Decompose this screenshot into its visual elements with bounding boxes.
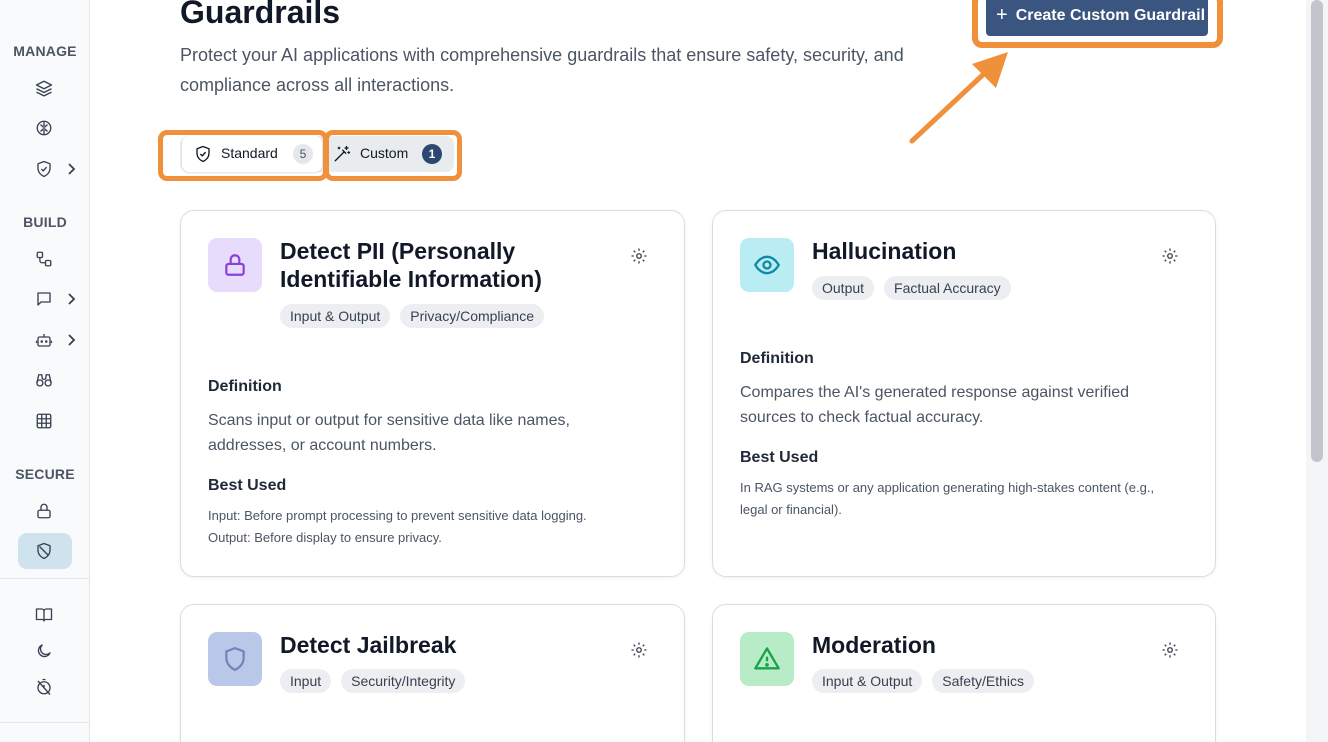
- annotation-arrow-icon: [909, 52, 1008, 144]
- chevron-right-icon: [66, 162, 76, 176]
- tag: Input: [280, 669, 332, 693]
- sidebar-item-docs[interactable]: [18, 597, 72, 633]
- best-used-heading: Best Used: [208, 477, 287, 494]
- layers-icon: [35, 79, 53, 97]
- tag-list: Output Factual Accuracy: [812, 276, 1011, 300]
- bot-icon: [35, 331, 53, 349]
- app-root: MANAGE BUILD SECURE Guardrails Protect y…: [0, 0, 1328, 742]
- sidebar-item-bot[interactable]: [18, 322, 76, 358]
- gear-icon[interactable]: [630, 641, 648, 659]
- guardrail-card-moderation[interactable]: Moderation Input & Output Safety/Ethics: [712, 604, 1216, 742]
- sidebar-divider: [0, 578, 90, 579]
- tag-list: Input & Output Safety/Ethics: [812, 669, 1034, 693]
- sidebar-item-lock[interactable]: [18, 493, 72, 529]
- chat-icon: [35, 290, 53, 308]
- sidebar-section-build: BUILD: [23, 214, 67, 230]
- chevron-right-icon: [66, 292, 76, 306]
- card-icon-box: [740, 238, 794, 292]
- best-used-line: Input: Before prompt processing to preve…: [208, 508, 587, 523]
- sidebar-item-guardrails[interactable]: [18, 533, 72, 569]
- shield-icon: [222, 646, 248, 672]
- sidebar-item-timer[interactable]: [18, 669, 72, 705]
- lock-icon: [222, 252, 248, 278]
- guardrail-card-hallucination[interactable]: Hallucination Output Factual Accuracy De…: [712, 210, 1216, 577]
- best-used-heading: Best Used: [740, 449, 819, 466]
- chevron-right-icon: [66, 333, 76, 347]
- best-used-text: Input: Before prompt processing to preve…: [208, 505, 658, 549]
- tag: Output: [812, 276, 875, 300]
- tag: Input & Output: [280, 304, 391, 328]
- card-icon-box: [740, 632, 794, 686]
- card-title: Detect Jailbreak: [280, 632, 457, 658]
- tag: Input & Output: [812, 669, 923, 693]
- page-title: Guardrails: [180, 0, 341, 30]
- workflow-icon: [35, 250, 53, 268]
- definition-text: Compares the AI's generated response aga…: [740, 384, 1130, 426]
- sidebar-item-theme[interactable]: [18, 633, 72, 669]
- tag: Security/Integrity: [341, 669, 466, 693]
- lock-icon: [35, 502, 53, 520]
- book-icon: [35, 606, 53, 624]
- best-used-line: In RAG systems or any application genera…: [740, 480, 1155, 517]
- warning-icon: [753, 645, 781, 673]
- gear-icon[interactable]: [630, 247, 648, 265]
- sidebar-section-secure: SECURE: [15, 466, 75, 482]
- card-title: Hallucination: [812, 238, 957, 264]
- tag: Safety/Ethics: [932, 669, 1034, 693]
- gear-icon[interactable]: [1161, 247, 1179, 265]
- card-title: Moderation: [812, 632, 936, 658]
- tag: Factual Accuracy: [884, 276, 1011, 300]
- sidebar-item-layers[interactable]: [18, 70, 72, 106]
- definition-heading: Definition: [208, 378, 282, 395]
- tag: Privacy/Compliance: [400, 304, 545, 328]
- best-used-line: Output: Before display to ensure privacy…: [208, 530, 442, 545]
- create-button-label: Create Custom Guardrail: [1015, 7, 1206, 24]
- page-subtitle: Protect your AI applications with compre…: [180, 45, 904, 95]
- timer-off-icon: [35, 678, 53, 696]
- moon-icon: [35, 642, 53, 660]
- grid-icon: [35, 412, 53, 430]
- sidebar-item-workflow[interactable]: [18, 241, 72, 277]
- binoculars-icon: [35, 371, 53, 389]
- sidebar-item-guard[interactable]: [18, 151, 76, 187]
- sidebar-item-grid[interactable]: [18, 403, 72, 439]
- tag-list: Input Security/Integrity: [280, 669, 466, 693]
- definition-heading: Definition: [740, 350, 814, 367]
- gear-icon[interactable]: [1161, 641, 1179, 659]
- guardrail-card-jailbreak[interactable]: Detect Jailbreak Input Security/Integrit…: [180, 604, 685, 742]
- sidebar: MANAGE BUILD SECURE: [0, 0, 90, 742]
- sidebar-item-binoculars[interactable]: [18, 362, 72, 398]
- card-title: Detect PII (Personally Identifiable Info…: [280, 238, 542, 292]
- shield-off-icon: [35, 542, 53, 560]
- tag-list: Input & Output Privacy/Compliance: [280, 304, 545, 328]
- highlight-box: [324, 130, 462, 181]
- guardrail-card-pii[interactable]: Detect PII (Personally Identifiable Info…: [180, 210, 685, 577]
- scrollbar-thumb[interactable]: [1311, 0, 1323, 462]
- brain-icon: [35, 119, 53, 137]
- highlight-box: [158, 130, 328, 181]
- definition-text: Scans input or output for sensitive data…: [208, 412, 570, 454]
- create-custom-guardrail-button[interactable]: + Create Custom Guardrail: [986, 0, 1208, 36]
- plus-icon: +: [996, 3, 1008, 26]
- sidebar-item-brain[interactable]: [18, 110, 72, 146]
- sidebar-item-chat[interactable]: [18, 281, 76, 317]
- card-icon-box: [208, 238, 262, 292]
- sidebar-divider: [0, 722, 90, 723]
- card-icon-box: [208, 632, 262, 686]
- shield-check-icon: [35, 160, 53, 178]
- sidebar-section-manage: MANAGE: [13, 43, 77, 59]
- eye-icon: [753, 251, 781, 279]
- best-used-text: In RAG systems or any application genera…: [740, 477, 1180, 521]
